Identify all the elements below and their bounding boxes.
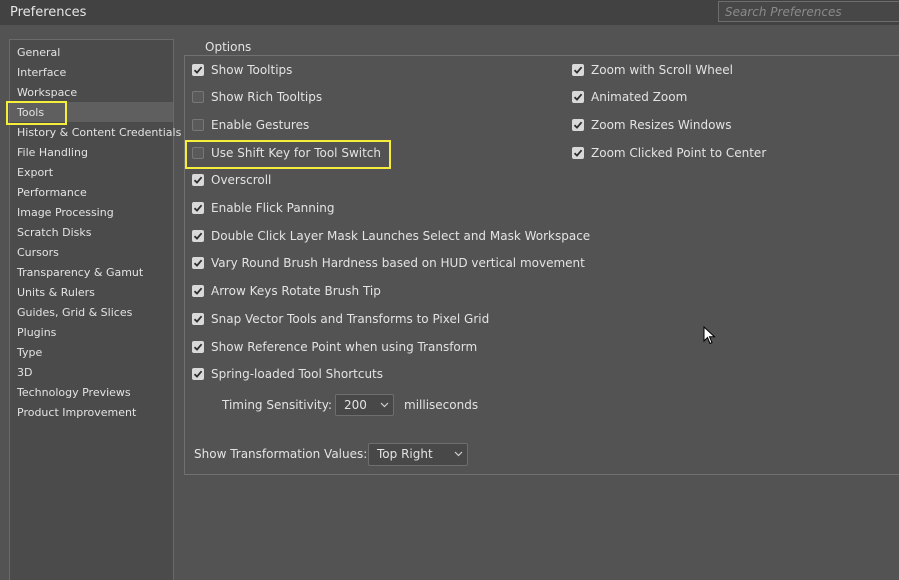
shift-key-highlight-box: [185, 140, 391, 169]
sidebar-item-performance[interactable]: Performance: [10, 182, 173, 202]
checkbox-label: Snap Vector Tools and Transforms to Pixe…: [211, 312, 490, 326]
checkbox-unchecked-icon[interactable]: [192, 119, 204, 131]
window-title: Preferences: [10, 5, 87, 20]
checkbox-label: Arrow Keys Rotate Brush Tip: [211, 284, 381, 298]
checkbox-checked-icon[interactable]: [192, 368, 204, 380]
checkbox-checked-icon[interactable]: [192, 174, 204, 186]
checkbox-label: Show Reference Point when using Transfor…: [211, 340, 478, 354]
sidebar-item-scratch-disks[interactable]: Scratch Disks: [10, 222, 173, 242]
milliseconds-label: milliseconds: [404, 398, 479, 412]
mouse-cursor-icon: [703, 326, 716, 345]
sidebar-item-cursors[interactable]: Cursors: [10, 242, 173, 262]
chevron-down-icon: [380, 402, 389, 408]
transformation-values-label: Show Transformation Values:: [194, 447, 368, 461]
sidebar-item-workspace[interactable]: Workspace: [10, 82, 173, 102]
tools-highlight-box: [6, 101, 67, 125]
checkbox-checked-icon[interactable]: [192, 285, 204, 297]
checkbox-checked-icon[interactable]: [192, 64, 204, 76]
sidebar-item-file-handling[interactable]: File Handling: [10, 142, 173, 162]
search-input[interactable]: Search Preferences: [718, 1, 899, 22]
checkbox-label: Zoom Resizes Windows: [591, 118, 732, 132]
sidebar-item-plugins[interactable]: Plugins: [10, 322, 173, 342]
checkbox-label: Zoom Clicked Point to Center: [591, 146, 767, 160]
checkbox-checked-icon[interactable]: [572, 91, 584, 103]
sidebar-item-type[interactable]: Type: [10, 342, 173, 362]
checkbox-checked-icon[interactable]: [192, 313, 204, 325]
checkbox-checked-icon[interactable]: [192, 341, 204, 353]
sidebar-item-transparency[interactable]: Transparency & Gamut: [10, 262, 173, 282]
sidebar-item-image-processing[interactable]: Image Processing: [10, 202, 173, 222]
timing-sensitivity-label: Timing Sensitivity:: [222, 398, 332, 412]
checkbox-label: Zoom with Scroll Wheel: [591, 63, 733, 77]
transformation-values-value: Top Right: [377, 447, 433, 461]
chevron-down-icon: [454, 451, 463, 457]
checkbox-label: Overscroll: [211, 173, 272, 187]
checkbox-checked-icon[interactable]: [572, 64, 584, 76]
sidebar-item-general[interactable]: General: [10, 42, 173, 62]
sidebar-item-guides[interactable]: Guides, Grid & Slices: [10, 302, 173, 322]
checkbox-checked-icon[interactable]: [572, 119, 584, 131]
timing-sensitivity-select[interactable]: 200: [335, 394, 394, 416]
checkbox-checked-icon[interactable]: [192, 202, 204, 214]
checkbox-label: Double Click Layer Mask Launches Select …: [211, 229, 591, 243]
checkbox-label: Spring-loaded Tool Shortcuts: [211, 367, 384, 381]
sidebar-item-technology-previews[interactable]: Technology Previews: [10, 382, 173, 402]
sidebar-item-3d[interactable]: 3D: [10, 362, 173, 382]
sidebar-item-history[interactable]: History & Content Credentials: [10, 122, 181, 142]
checkbox-checked-icon[interactable]: [192, 257, 204, 269]
sidebar-item-product-improvement[interactable]: Product Improvement: [10, 402, 173, 422]
checkbox-label: Show Rich Tooltips: [211, 90, 323, 104]
checkbox-label: Vary Round Brush Hardness based on HUD v…: [211, 256, 585, 270]
sidebar-item-units-rulers[interactable]: Units & Rulers: [10, 282, 173, 302]
timing-sensitivity-value: 200: [344, 398, 367, 412]
checkbox-checked-icon[interactable]: [192, 230, 204, 242]
sidebar-item-interface[interactable]: Interface: [10, 62, 173, 82]
checkbox-label: Enable Gestures: [211, 118, 310, 132]
checkbox-checked-icon[interactable]: [572, 147, 584, 159]
checkbox-unchecked-icon[interactable]: [192, 91, 204, 103]
checkbox-label: Show Tooltips: [211, 63, 293, 77]
checkbox-label: Animated Zoom: [591, 90, 688, 104]
sidebar-item-export[interactable]: Export: [10, 162, 173, 182]
checkbox-label: Enable Flick Panning: [211, 201, 335, 215]
options-group-label: Options: [200, 40, 257, 54]
transformation-values-select[interactable]: Top Right: [368, 443, 468, 466]
